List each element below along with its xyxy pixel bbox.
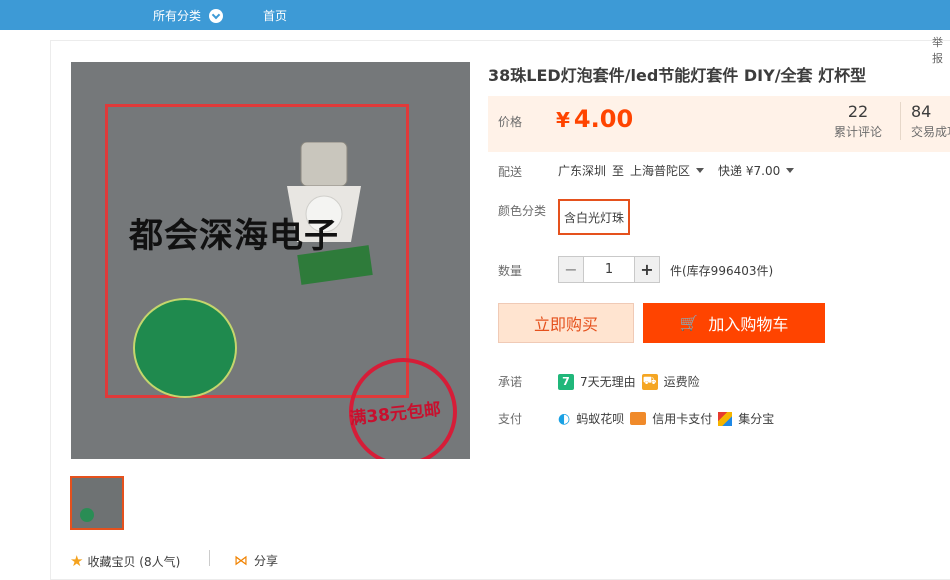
price-value: ¥4.00 <box>556 105 633 133</box>
seven-day-return[interactable]: 7天无理由 <box>580 373 636 390</box>
shipping-label: 配送 <box>498 165 523 179</box>
report-link[interactable]: 举报 <box>932 34 950 66</box>
share-icon: ⋈ <box>234 552 248 569</box>
quantity-input[interactable]: 1 <box>584 256 634 283</box>
seven-day-icon: 7 <box>558 373 574 390</box>
freight-insurance[interactable]: 运费险 <box>664 373 700 390</box>
chevron-down-icon[interactable] <box>209 8 224 23</box>
thumbnail-detail <box>80 508 94 522</box>
huabei-icon: ◐ <box>558 410 571 427</box>
divider <box>209 550 210 566</box>
trades-count: 84 <box>911 102 932 121</box>
shipping-row: 广东深圳 至 上海普陀区 快递 ¥7.00 <box>558 162 808 179</box>
decrease-button[interactable]: − <box>558 256 584 283</box>
add-to-cart-button[interactable]: 🛒 加入购物车 <box>643 303 825 343</box>
image-thumbnail[interactable] <box>70 476 124 530</box>
shipping-origin: 广东深圳 <box>558 164 607 178</box>
share-button[interactable]: ⋈ 分享 <box>234 552 278 569</box>
freight-insurance-icon: ⛟ <box>641 373 658 390</box>
shipping-destination[interactable]: 上海普陀区 <box>630 162 690 179</box>
quantity-stepper: − 1 + <box>558 256 660 283</box>
star-icon: ★ <box>70 552 84 570</box>
payment-label: 支付 <box>498 412 523 426</box>
buy-now-button[interactable]: 立即购买 <box>498 303 634 343</box>
promise-label: 承诺 <box>498 375 523 389</box>
shipping-to: 至 <box>612 164 625 178</box>
home-link[interactable]: 首页 <box>263 7 287 24</box>
reviews-label: 累计评论 <box>833 125 882 139</box>
top-nav-bar: 所有分类 首页 <box>0 0 950 30</box>
image-watermark: 都会深海电子 <box>129 216 339 256</box>
shipping-method[interactable]: 快递 ¥7.00 <box>718 162 780 179</box>
reviews-count: 22 <box>847 102 869 121</box>
led-pcb-disc <box>133 298 237 398</box>
destination-dropdown-icon[interactable] <box>696 168 705 173</box>
jifenbao-icon <box>718 411 733 426</box>
reviews-stat[interactable]: 22 累计评论 <box>828 102 888 140</box>
payment-row: ◐ 蚂蚁花呗 信用卡支付 集分宝 <box>558 410 774 427</box>
price-label: 价格 <box>498 115 523 129</box>
huabei[interactable]: 蚂蚁花呗 <box>576 410 624 427</box>
price-amount: 4.00 <box>573 105 634 133</box>
promise-row: 7 7天无理由 ⛟ 运费险 <box>558 373 700 390</box>
increase-button[interactable]: + <box>634 256 660 283</box>
currency-symbol: ¥ <box>556 108 570 132</box>
product-title: 38珠LED灯泡套件/led节能灯套件 DIY/全套 灯杯型 <box>488 66 867 85</box>
method-dropdown-icon[interactable] <box>786 168 795 173</box>
share-label: 分享 <box>254 554 279 568</box>
price-box: 价格 ¥4.00 22 累计评论 84 交易成功 <box>488 96 950 152</box>
quantity-label: 数量 <box>498 264 523 278</box>
cart-icon: 🛒 <box>679 314 699 332</box>
jifenbao[interactable]: 集分宝 <box>738 410 774 427</box>
credit-card-icon <box>630 412 647 425</box>
trades-stat: 84 交易成功 <box>900 102 950 140</box>
product-main-image: 都会深海电子 满38元包邮 <box>71 62 470 459</box>
trades-label: 交易成功 <box>911 125 950 139</box>
add-to-cart-label: 加入购物车 <box>708 315 789 334</box>
color-label: 颜色分类 <box>498 204 547 218</box>
all-categories-menu[interactable]: 所有分类 <box>153 7 224 24</box>
stock-text: 件(库存996403件) <box>670 264 774 278</box>
all-categories-label[interactable]: 所有分类 <box>153 7 201 24</box>
color-option-selected[interactable]: 含白光灯珠 <box>558 199 630 235</box>
favorite-label: 收藏宝贝 (8人气) <box>87 554 181 569</box>
favorite-button[interactable]: ★ 收藏宝贝 (8人气) <box>70 552 180 570</box>
credit-card-pay[interactable]: 信用卡支付 <box>652 410 712 427</box>
